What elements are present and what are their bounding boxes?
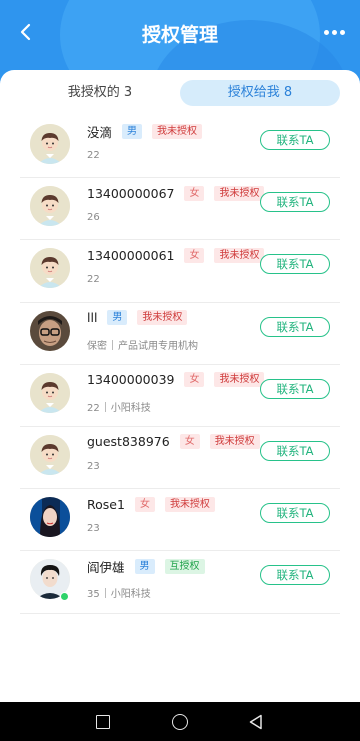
recent-apps-icon[interactable]: [96, 715, 110, 729]
item-details: 22: [87, 274, 100, 285]
auth-status-tag: 我未授权: [152, 123, 203, 139]
tab-authorized-by-me[interactable]: 我授权的 3: [20, 80, 180, 106]
item-header: 没滴男我未授权: [87, 122, 212, 140]
tab-bar: 我授权的 3 授权给我 8: [20, 80, 340, 106]
user-age: 35: [87, 589, 100, 601]
gender-tag: 女: [184, 372, 205, 388]
item-details: 35 小阳科技: [87, 585, 151, 600]
divider: [104, 401, 106, 412]
auth-status-tag: 我未授权: [214, 247, 265, 263]
contact-button[interactable]: 联系TA: [260, 503, 330, 524]
divider: [112, 339, 113, 350]
item-details: 26: [87, 212, 100, 223]
contact-button[interactable]: 联系TA: [260, 130, 330, 150]
gender-tag: 女: [184, 185, 205, 201]
contact-button[interactable]: 联系TA: [260, 192, 330, 213]
list-item[interactable]: Rose1 女我未授权 23 联系TA: [20, 489, 340, 552]
user-age: 22: [87, 402, 100, 414]
item-details: 23: [87, 461, 100, 472]
user-name: 没滴: [87, 124, 113, 140]
gender-tag: 女: [179, 434, 200, 450]
user-age: 保密: [87, 340, 107, 352]
more-icon[interactable]: [320, 18, 348, 46]
list-item[interactable]: 13400000061 女我未授权 22 联系TA: [20, 240, 340, 303]
user-organization: 小阳科技: [110, 402, 151, 414]
user-age: 23: [87, 460, 100, 472]
item-header: 13400000039 女我未授权: [87, 371, 274, 389]
gender-tag: 男: [107, 310, 128, 326]
item-details: 22: [87, 150, 100, 161]
list-item[interactable]: 阎伊雄男互授权 35 小阳科技 联系TA: [20, 551, 340, 614]
system-navigation-bar: [0, 702, 360, 741]
user-age: 26: [87, 212, 100, 224]
avatar[interactable]: [30, 186, 70, 227]
auth-status-tag: 我未授权: [164, 496, 215, 512]
avatar[interactable]: [30, 310, 70, 351]
user-age: 22: [87, 274, 100, 286]
avatar[interactable]: [30, 497, 70, 538]
user-name: 阎伊雄: [87, 559, 125, 575]
list-item[interactable]: 13400000067 女我未授权 26 联系TA: [20, 178, 340, 241]
avatar[interactable]: [30, 372, 70, 413]
auth-status-tag: 我未授权: [209, 434, 260, 450]
item-header: Rose1 女我未授权: [87, 495, 225, 513]
user-name: lll: [87, 310, 98, 326]
avatar[interactable]: [30, 248, 70, 289]
item-header: 13400000067 女我未授权: [87, 184, 274, 202]
user-organization: 产品试用专用机构: [118, 340, 198, 352]
contact-button[interactable]: 联系TA: [260, 378, 330, 399]
gender-tag: 男: [134, 558, 155, 574]
item-header: 阎伊雄男互授权: [87, 557, 215, 575]
page-title: 授权管理: [141, 24, 218, 46]
gender-tag: 男: [122, 123, 143, 139]
user-organization: 小阳科技: [110, 589, 151, 601]
auth-status-tag: 我未授权: [214, 372, 265, 388]
user-age: 23: [87, 523, 100, 535]
user-name: 13400000067: [87, 185, 175, 201]
gender-tag: 女: [184, 247, 205, 263]
list-item[interactable]: lll 男我未授权保密 产品试用专用机构 联系TA: [20, 303, 340, 365]
auth-status-tag: 互授权: [164, 558, 205, 574]
home-icon[interactable]: [172, 714, 188, 730]
user-name: guest838976: [87, 434, 170, 450]
auth-status-tag: 我未授权: [137, 310, 188, 326]
list-item[interactable]: 13400000039 女我未授权 22 小阳科技 联系TA: [20, 365, 340, 427]
divider: [104, 588, 106, 599]
auth-status-tag: 我未授权: [214, 185, 265, 201]
item-details: 23: [87, 523, 100, 534]
tab-authorized-to-me[interactable]: 授权给我 8: [180, 80, 340, 106]
item-details: 22 小阳科技: [87, 399, 151, 414]
item-header: guest838976 女我未授权: [87, 433, 270, 451]
user-age: 22: [87, 150, 100, 161]
authorization-list: 没滴男我未授权 22 联系TA 13400000067 女我未授权 26 联系TA 13400…: [20, 116, 340, 614]
user-name: 13400000061: [87, 247, 175, 263]
item-header: 13400000061 女我未授权: [87, 246, 274, 264]
avatar[interactable]: [30, 434, 70, 475]
item-header: lll 男我未授权: [87, 309, 197, 327]
contact-button[interactable]: 联系TA: [260, 254, 330, 275]
online-status-dot: [60, 592, 69, 602]
gender-tag: 女: [134, 496, 155, 512]
list-item[interactable]: 没滴男我未授权 22 联系TA: [20, 116, 340, 179]
user-name: 13400000039: [87, 372, 175, 388]
avatar[interactable]: [30, 124, 70, 164]
list-item[interactable]: guest838976 女我未授权 23 联系TA: [20, 427, 340, 490]
nav-back-icon[interactable]: [248, 714, 264, 730]
contact-button[interactable]: 联系TA: [260, 565, 330, 586]
contact-button[interactable]: 联系TA: [260, 440, 330, 461]
contact-button[interactable]: 联系TA: [260, 316, 330, 337]
user-name: Rose1: [87, 496, 125, 512]
item-details: 保密 产品试用专用机构: [87, 337, 198, 352]
